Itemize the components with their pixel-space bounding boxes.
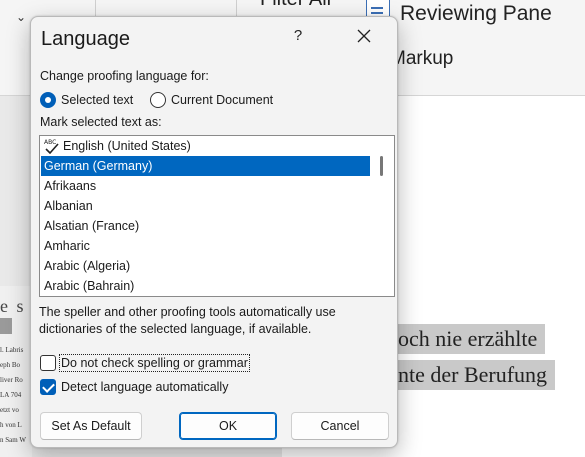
radio-selected-text[interactable]: Selected text — [40, 91, 133, 109]
radio-indicator[interactable] — [150, 92, 166, 108]
language-list-item[interactable]: Arabic (Bahrain) — [41, 276, 370, 296]
language-label: Arabic (Algeria) — [44, 259, 131, 273]
language-label: Albanian — [44, 199, 93, 213]
ok-button[interactable]: OK — [179, 412, 277, 440]
reviewing-pane-button[interactable]: Reviewing Pane — [400, 2, 552, 26]
spelling-check-icon: ABC — [44, 139, 59, 154]
radio-current-document[interactable]: Current Document — [150, 91, 273, 109]
cancel-button[interactable]: Cancel — [291, 412, 389, 440]
language-list-item[interactable]: Arabic (Algeria) — [41, 256, 370, 276]
close-icon — [357, 29, 371, 43]
detect-language-option[interactable]: Detect language automatically — [40, 378, 228, 396]
dialog-title: Language — [41, 28, 130, 50]
no-spellcheck-option[interactable]: Do not check spelling or grammar — [40, 354, 250, 372]
checkbox-label: Detect language automatically — [61, 380, 229, 394]
checkbox-no-spellcheck[interactable] — [40, 355, 56, 371]
language-list-item[interactable]: Alsatian (France) — [41, 216, 370, 236]
language-list-item[interactable]: German (Germany) — [41, 156, 370, 176]
language-label: Amharic — [44, 239, 90, 253]
close-button[interactable] — [349, 23, 379, 49]
mark-selected-label: Mark selected text as: — [40, 115, 162, 129]
proofing-info-text: The speller and other proofing tools aut… — [39, 305, 336, 336]
filter-all-button[interactable]: Filter All — [260, 0, 331, 11]
chevron-down-icon[interactable]: ⌄ — [16, 10, 26, 24]
language-listbox[interactable]: ABC English (United States) German (German… — [39, 135, 395, 297]
language-dialog: Language ? Change proofing language for:… — [30, 16, 398, 448]
radio-label: Current Document — [171, 93, 274, 107]
language-list-item[interactable]: ABC English (United States) — [41, 136, 370, 156]
language-list-item[interactable]: Amharic — [41, 236, 370, 256]
document-text-line[interactable]: nte der Berufung — [390, 360, 556, 390]
document-text-line[interactable]: och nie erzählte — [390, 324, 546, 354]
checkbox-label: Do not check spelling or grammar — [59, 354, 250, 372]
radio-label: Selected text — [61, 93, 134, 107]
language-list-item[interactable]: Afrikaans — [41, 176, 370, 196]
language-label: Afrikaans — [44, 179, 97, 193]
help-button[interactable]: ? — [291, 25, 305, 47]
language-label: German (Germany) — [44, 159, 153, 173]
proofing-language-label: Change proofing language for: — [40, 69, 209, 83]
listbox-scrollbar[interactable] — [372, 136, 394, 296]
svg-text:ABC: ABC — [44, 139, 56, 146]
language-list-item[interactable]: Albanian — [41, 196, 370, 216]
markup-button[interactable]: Markup — [390, 48, 453, 70]
set-as-default-button[interactable]: Set As Default — [40, 412, 142, 440]
language-label: Arabic (Bahrain) — [44, 279, 135, 293]
checkbox-detect-language[interactable] — [40, 379, 56, 395]
radio-indicator[interactable] — [40, 92, 56, 108]
scroll-thumb[interactable] — [380, 156, 383, 176]
language-label: Alsatian (France) — [44, 219, 140, 233]
language-label: English (United States) — [63, 139, 191, 153]
left-page-block — [0, 318, 12, 334]
